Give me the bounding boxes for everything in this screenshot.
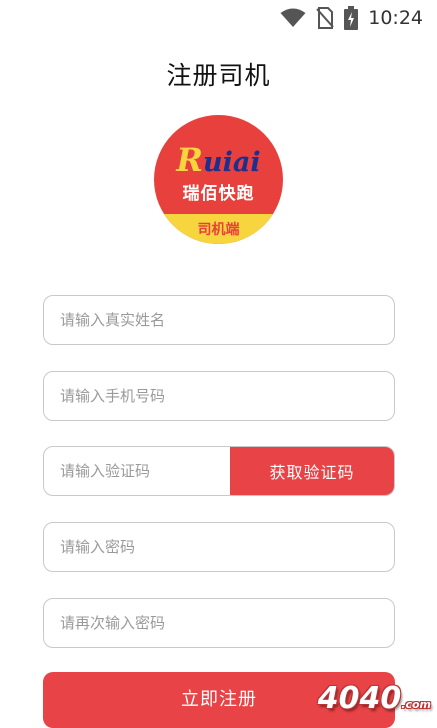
verification-code-input[interactable] (44, 447, 230, 495)
name-field[interactable] (43, 295, 395, 345)
logo-subtitle: 司机端 (197, 222, 240, 238)
confirm-password-field[interactable] (43, 598, 395, 648)
phone-field[interactable] (43, 371, 395, 421)
name-input[interactable] (44, 296, 394, 344)
logo-app-name: 瑞佰快跑 (182, 184, 255, 204)
status-bar: 10:24 (0, 0, 437, 36)
password-field[interactable] (43, 522, 395, 572)
password-input[interactable] (44, 523, 394, 571)
verification-code-field[interactable]: 获取验证码 (43, 446, 395, 496)
app-logo: Ruiai 瑞佰快跑 司机端 (154, 115, 283, 244)
watermark-logo: 4040.com (317, 681, 431, 716)
confirm-password-input[interactable] (44, 599, 394, 647)
get-code-button[interactable]: 获取验证码 (230, 447, 394, 495)
no-sim-icon (316, 7, 334, 29)
battery-charging-icon (344, 6, 359, 30)
wifi-icon (280, 8, 306, 28)
page-title: 注册司机 (166, 61, 271, 90)
phone-input[interactable] (44, 372, 394, 420)
logo-brand-text: Ruiai (176, 141, 261, 179)
status-time: 10:24 (368, 7, 423, 29)
